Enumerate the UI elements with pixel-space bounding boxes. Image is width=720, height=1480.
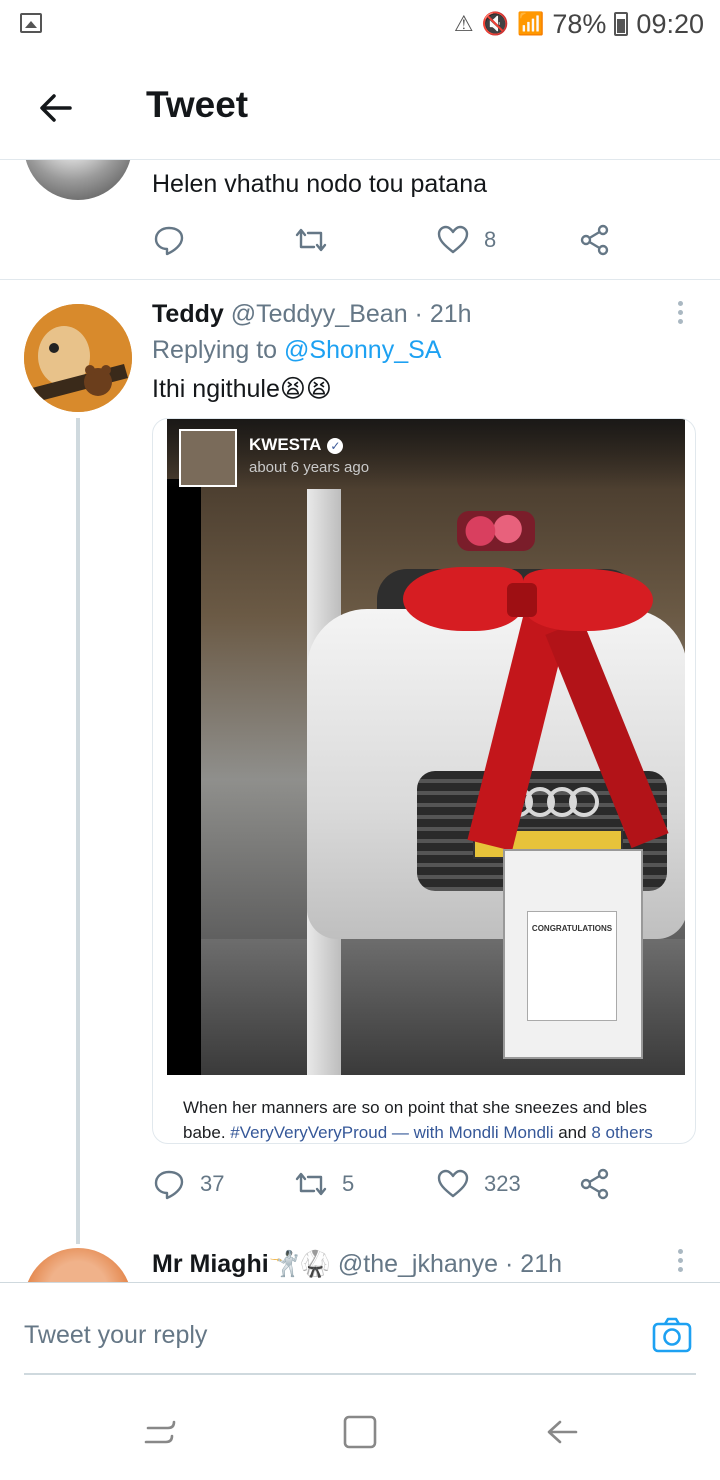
reply-input[interactable]: Tweet your reply [24,1321,207,1350]
replying-to-mention[interactable]: @Shonny_SA [284,336,441,364]
data-saver-icon: ⚠ [453,11,474,36]
photo-sign-stand: CONGRATULATIONS [503,849,643,1059]
retweet-count: 5 [342,1171,355,1196]
avatar-image [24,304,132,412]
photo-bow-knot [507,583,537,617]
share-button[interactable] [578,1164,612,1204]
status-bar: ⚠ 🔇 📶 78% 09:20 [0,0,720,50]
top-app-bar: Tweet [0,58,720,160]
battery-icon [614,12,629,36]
display-name[interactable]: Mr Miaghi🤺🥋 [152,1250,331,1278]
share-icon [580,224,609,256]
heart-icon [437,225,469,254]
heart-icon [437,1169,469,1198]
like-button[interactable]: 323 [436,1164,521,1204]
page-title: Tweet [146,84,249,125]
photo-bow [403,567,523,631]
share-button[interactable] [578,220,612,260]
caption-person: Mondli Mondli [448,1123,554,1142]
fb-time: about 6 years ago [249,459,370,476]
tweet-text: Ithi ngithule😫😫 [152,375,332,403]
replying-to: Replying to @Shonny_SA [152,336,441,365]
like-count: 323 [484,1171,521,1196]
handle-timestamp: @Teddyy_Bean · 21h [230,300,472,328]
gallery-notification-icon [20,13,42,33]
like-button[interactable]: 8 [436,220,496,260]
reply-button[interactable]: 37 [152,1164,224,1204]
reply-composer: Tweet your reply [0,1282,720,1382]
caption-line-1: When her manners are so on point that sh… [183,1098,648,1117]
avatar[interactable] [24,304,132,412]
retweet-button[interactable] [294,220,328,260]
tweet-text: Helen vhathu nodo tou patana [152,170,487,198]
like-count: 8 [484,227,497,252]
reply-button[interactable] [152,220,186,260]
reply-input-underline [24,1373,696,1375]
wifi-icon: 📶 [516,11,545,36]
status-bar-right: ⚠ 🔇 📶 78% 09:20 [454,8,704,40]
back-icon[interactable] [542,1412,582,1452]
battery-percent: 78% [552,8,607,39]
mute-icon: 🔇 [481,11,509,36]
caption-line-2: babe. #VeryVeryVeryProud — with Mondli M… [183,1120,683,1143]
display-name[interactable]: Teddy [152,300,224,328]
caption-text: babe. [183,1123,226,1142]
caption-with: — with [391,1123,444,1142]
reply-icon [154,1170,184,1200]
photo-black-bar [167,479,201,1075]
avatar[interactable] [24,160,132,200]
fb-name: KWESTA ✓ [249,435,344,455]
tweet-header: Mr Miaghi🤺🥋 @the_jkhanye · 21h [152,1250,562,1279]
photo-bow [523,569,653,631]
more-options-icon[interactable] [668,298,692,328]
recent-apps-icon[interactable] [140,1412,180,1452]
fb-post-header: KWESTA ✓ about 6 years ago [167,419,685,489]
reply-icon [154,226,184,256]
reply-count: 37 [200,1171,225,1196]
retweet-icon [295,1172,327,1196]
more-options-icon[interactable] [668,1246,692,1276]
verified-icon: ✓ [327,437,344,454]
replying-to-label: Replying to [152,336,278,364]
thread-line [76,418,80,1244]
photo-flowers [457,511,535,551]
share-icon [580,1168,609,1200]
tweet-photo[interactable]: CONGRATULATIONS KWESTA ✓ about 6 years ag… [167,419,685,1075]
tweet-header: Teddy @Teddyy_Bean · 21h [152,300,472,329]
retweet-button[interactable]: 5 [294,1164,354,1204]
caption-others: 8 others [591,1123,653,1142]
handle-timestamp: @the_jkhanye · 21h [337,1250,563,1278]
tweet-media[interactable]: CONGRATULATIONS KWESTA ✓ about 6 years ag… [152,418,696,1144]
home-icon[interactable] [340,1412,380,1452]
fb-avatar [179,429,237,487]
caption-hashtag: #VeryVeryVeryProud [230,1123,388,1142]
tweet-actions: 37 5 323 [152,1164,692,1204]
fb-name-text: KWESTA [249,435,322,454]
photo-sign-text: CONGRATULATIONS [527,911,617,1021]
camera-icon[interactable] [652,1317,692,1353]
retweet-icon [295,228,327,252]
caption-and: and [558,1123,587,1142]
back-arrow-icon[interactable] [36,88,76,128]
clock: 09:20 [636,8,704,39]
media-caption: When her manners are so on point that sh… [183,1095,683,1143]
tweet-actions: 8 [152,220,692,260]
previous-tweet[interactable]: Helen vhathu nodo tou patana 8 [0,160,720,280]
system-nav-bar [0,1382,720,1480]
